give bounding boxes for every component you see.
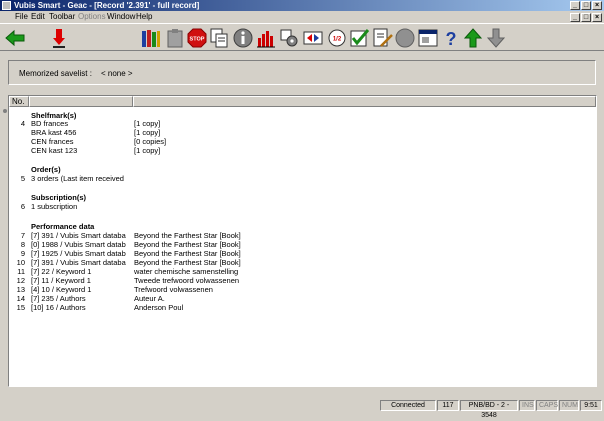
window-title: Vubis Smart - Geac - [Record '2.391' - f…	[14, 1, 200, 10]
row-number: 13	[16, 285, 25, 294]
row-col-b: [0 copies]	[134, 137, 167, 146]
menu-help[interactable]: Help	[136, 11, 152, 23]
section-title: Subscription(s)	[31, 193, 87, 202]
svg-text:1/2: 1/2	[333, 37, 342, 43]
record-list[interactable]: No. Shelfmark(s) 4 BD frances [1 copy] B…	[3, 95, 597, 387]
column-header-shelfmark[interactable]	[29, 96, 133, 107]
row-number: 12	[16, 276, 25, 285]
current-row-marker	[3, 109, 7, 113]
up-arrow-icon[interactable]	[462, 27, 484, 49]
savelist-panel: Memorized savelist : < none >	[8, 60, 596, 85]
row-col-a[interactable]: [7] 11 / Keyword 1	[31, 276, 91, 285]
title-bar: Vubis Smart - Geac - [Record '2.391' - f…	[0, 0, 604, 11]
row-number: 4	[20, 119, 25, 128]
row-number: 8	[20, 240, 25, 249]
row-col-b: water chemische samenstelling	[134, 267, 239, 276]
section-title: Order(s)	[31, 165, 61, 174]
status-caps: CAPS	[536, 400, 558, 411]
status-bar: Connected 117 PNB/BD - 2 - 3548 INS CAPS…	[0, 398, 604, 419]
row-col-a[interactable]: [7] 391 / Vubis Smart databa	[31, 231, 126, 240]
row-col-b: Tweede trefwoord volwassenen	[134, 276, 240, 285]
row-col-b: [1 copy]	[134, 128, 161, 137]
row-col-a[interactable]: [0] 1988 / Vubis Smart datab	[31, 240, 126, 249]
list-header: No.	[9, 96, 596, 107]
books-icon[interactable]	[140, 27, 162, 49]
mdi-minimize-button[interactable]: _	[570, 13, 580, 22]
row-number: 9	[20, 249, 25, 258]
status-time: 9:51	[580, 400, 602, 411]
bar-chart-icon[interactable]	[255, 27, 277, 49]
status-ins: INS	[519, 400, 535, 411]
menu-window[interactable]: Window	[107, 11, 135, 23]
row-col-b: Auteur A.	[134, 294, 165, 303]
transfer-icon[interactable]	[302, 27, 324, 49]
mdi-maximize-button[interactable]: □	[581, 13, 591, 22]
row-col-b: Trefwoord volwassenen	[134, 285, 213, 294]
clipboard-icon[interactable]	[164, 27, 186, 49]
checkbox-icon[interactable]	[349, 27, 371, 49]
minimize-button[interactable]: _	[570, 1, 580, 10]
row-col-a[interactable]: [7] 391 / Vubis Smart databa	[31, 258, 126, 267]
row-number: 10	[16, 258, 25, 267]
stop-icon[interactable]: STOP	[186, 27, 208, 49]
menu-file[interactable]: File	[15, 11, 28, 23]
row-col-a[interactable]: 1 subscription	[31, 202, 77, 211]
back-arrow-icon[interactable]	[4, 27, 26, 49]
menu-toolbar[interactable]: Toolbar	[49, 11, 75, 23]
column-header-no[interactable]: No.	[9, 96, 29, 107]
status-connection: Connected	[380, 400, 436, 411]
circle-icon[interactable]	[394, 27, 416, 49]
row-col-a[interactable]: BRA kast 456	[31, 128, 76, 137]
row-col-b: Anderson Poul	[134, 303, 184, 312]
menu-edit[interactable]: Edit	[31, 11, 45, 23]
row-col-b: Beyond the Farthest Star [Book]	[134, 231, 241, 240]
down-arrow-icon[interactable]	[485, 27, 507, 49]
row-col-a[interactable]: CEN frances	[31, 137, 74, 146]
download-icon[interactable]	[48, 27, 70, 49]
row-col-a[interactable]: 3 orders (Last item received	[31, 174, 124, 183]
row-number: 5	[20, 174, 25, 183]
column-header-details[interactable]	[133, 96, 596, 107]
row-col-b: [1 copy]	[134, 146, 161, 155]
row-col-a[interactable]: [10] 16 / Authors	[31, 303, 86, 312]
exchange-icon[interactable]: 1/2	[326, 27, 348, 49]
row-number: 7	[20, 231, 25, 240]
info-icon[interactable]	[232, 27, 254, 49]
menu-options[interactable]: Options	[78, 11, 106, 23]
toolbar: STOP 1/2 ?	[0, 23, 604, 51]
svg-text:?: ?	[446, 29, 457, 48]
help-icon[interactable]: ?	[440, 27, 462, 49]
row-number: 15	[16, 303, 25, 312]
savelist-value: < none >	[101, 69, 133, 78]
row-number: 14	[16, 294, 25, 303]
row-number: 6	[20, 202, 25, 211]
app-icon	[2, 1, 11, 10]
savelist-label: Memorized savelist :	[19, 69, 92, 78]
row-col-a[interactable]: CEN kast 123	[31, 146, 77, 155]
row-col-a[interactable]: BD frances	[31, 119, 68, 128]
svg-text:STOP: STOP	[190, 37, 205, 43]
copy-icon[interactable]	[208, 27, 230, 49]
menu-bar: File Edit Toolbar Options Window Help	[0, 11, 604, 23]
row-col-b: Beyond the Farthest Star [Book]	[134, 258, 241, 267]
row-col-b: Beyond the Farthest Star [Book]	[134, 240, 241, 249]
settings-icon[interactable]	[278, 27, 300, 49]
row-col-a[interactable]: [7] 22 / Keyword 1	[31, 267, 91, 276]
mdi-close-button[interactable]: ×	[592, 13, 602, 22]
row-col-b: [1 copy]	[134, 119, 161, 128]
row-number: 11	[17, 267, 25, 276]
row-col-a[interactable]: [4] 10 / Keyword 1	[31, 285, 91, 294]
window-icon[interactable]	[417, 27, 439, 49]
status-count: 117	[437, 400, 459, 411]
row-col-b: Beyond the Farthest Star [Book]	[134, 249, 241, 258]
row-col-a[interactable]: [7] 1925 / Vubis Smart datab	[31, 249, 126, 258]
status-num: NUM	[559, 400, 579, 411]
edit-icon[interactable]	[372, 27, 394, 49]
maximize-button[interactable]: □	[581, 1, 591, 10]
close-button[interactable]: ×	[592, 1, 602, 10]
section-title: Performance data	[31, 222, 95, 231]
row-col-a[interactable]: [7] 235 / Authors	[31, 294, 86, 303]
status-database: PNB/BD - 2 - 3548	[460, 400, 518, 419]
